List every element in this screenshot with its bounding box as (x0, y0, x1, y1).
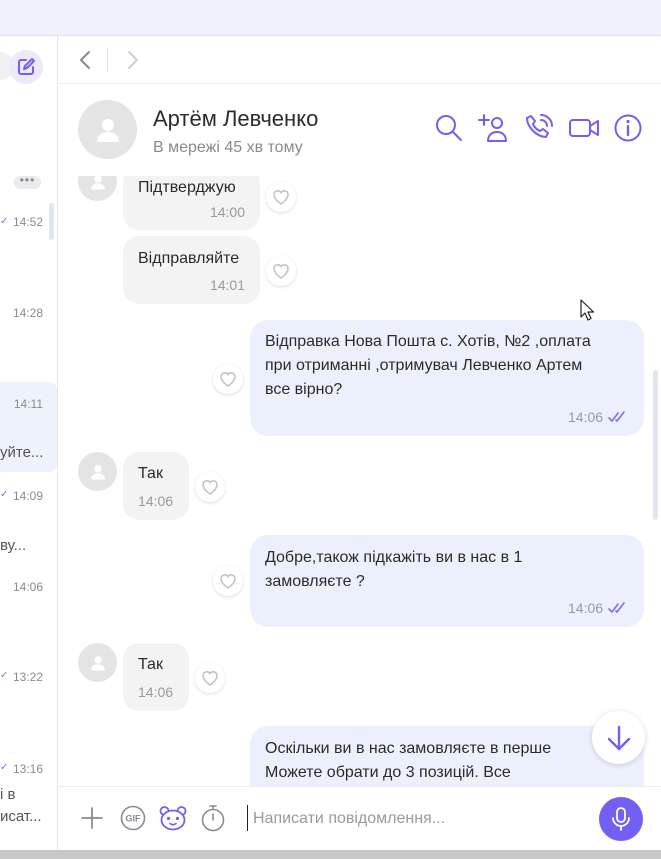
message-list[interactable]: Підтверджую 14:00 Відправляйте 14:01 Від… (59, 176, 661, 786)
message-text: Підтверджую (138, 179, 236, 196)
arrow-down-icon (607, 725, 630, 750)
like-heart-icon[interactable] (195, 472, 225, 502)
like-heart-icon[interactable] (266, 182, 296, 212)
message-time: 14:06 (568, 409, 604, 425)
chat-snippet: ву... (0, 537, 27, 554)
message-scrollbar[interactable] (653, 370, 658, 520)
message-time: 14:06 (138, 493, 174, 509)
read-check-icon: ✓ (0, 216, 9, 227)
message-bubble-outgoing[interactable]: Відправка Нова Пошта с. Хотів, №2 ,оплат… (250, 320, 644, 436)
chat-list-item[interactable]: ✓ 14:09 ву... (0, 476, 57, 566)
message-text: Відправляйте (138, 250, 240, 267)
attach-plus-icon[interactable] (77, 803, 107, 833)
message-time: 14:06 (568, 600, 604, 616)
read-ticks-icon (608, 411, 625, 422)
read-check-icon: ✓ (0, 762, 9, 773)
user-icon (90, 464, 105, 479)
phone-call-icon[interactable] (523, 112, 555, 144)
chat-list-item-active[interactable]: 14:11 уйте... (0, 382, 57, 472)
sticker-bear-icon[interactable] (158, 803, 188, 833)
message-bubble-incoming[interactable]: Так 14:06 (123, 643, 189, 711)
user-icon (90, 655, 105, 670)
nav-divider (107, 48, 108, 72)
chat-list-item[interactable]: 14:06 (0, 566, 57, 656)
voice-message-button[interactable] (599, 797, 643, 841)
message-text-line: все вірно? (265, 381, 343, 398)
search-icon[interactable] (433, 112, 465, 144)
chat-snippet-line2: исат... (0, 808, 42, 825)
user-icon (96, 118, 119, 142)
gif-icon[interactable]: GIF (118, 803, 148, 833)
message-bubble-incoming[interactable]: Так 14:06 (123, 452, 189, 520)
message-text-line: Можете обрати до 3 позицій. Все (265, 764, 511, 781)
message-text-line: при отриманні ,отримувач Левченко Артем (265, 357, 583, 374)
chat-list-panel: ••• ✓ 14:52 14:28 14:11 уйте... ✓ 14:09 … (0, 36, 58, 850)
sender-avatar[interactable] (78, 643, 117, 682)
message-text-line: замовляєте ? (265, 573, 365, 590)
message-text: Так (138, 656, 163, 673)
back-arrow-icon[interactable] (75, 48, 97, 72)
chat-time: 14:06 (12, 580, 43, 594)
message-text: Так (138, 465, 163, 482)
message-text-line: Добре,також підкажіть ви в нас в 1 (265, 549, 523, 566)
chat-snippet: і в (0, 786, 16, 803)
text-cursor (247, 805, 248, 831)
read-check-icon: ✓ (0, 670, 9, 681)
message-bubble-incoming[interactable]: Підтверджую 14:00 (123, 176, 260, 230)
message-time: 14:06 (138, 684, 174, 700)
chat-snippet: уйте... (0, 444, 44, 461)
message-text-line: Оскільки ви в нас замовляєте в перше (265, 740, 552, 757)
read-ticks-icon (608, 602, 625, 613)
info-icon[interactable] (612, 112, 644, 144)
like-heart-icon[interactable] (213, 364, 243, 394)
microphone-icon (612, 807, 630, 831)
add-participant-icon[interactable] (478, 112, 510, 144)
message-bubble-outgoing[interactable]: Добре,також підкажіть ви в нас в 1 замов… (250, 535, 644, 627)
chat-header: Артём Левченко В мережі 45 хв тому (59, 84, 661, 176)
chat-time: 14:09 (12, 489, 43, 503)
history-nav-bar (59, 36, 661, 84)
contact-name[interactable]: Артём Левченко (153, 106, 318, 132)
chat-list-item[interactable]: ✓ 13:22 (0, 656, 57, 746)
app-window: ••• ✓ 14:52 14:28 14:11 уйте... ✓ 14:09 … (0, 0, 661, 859)
message-bubble-outgoing[interactable]: Оскільки ви в нас замовляєте в перше Мож… (250, 726, 644, 786)
window-title-strip (0, 0, 661, 36)
message-composer: GIF (59, 786, 661, 850)
chat-list-item[interactable]: 14:28 (0, 267, 57, 357)
window-bottom-edge (0, 850, 661, 859)
message-text-line: Відправка Нова Пошта с. Хотів, №2 ,оплат… (265, 333, 591, 350)
message-time: 14:01 (209, 277, 245, 293)
like-heart-icon[interactable] (195, 663, 225, 693)
compose-icon[interactable] (9, 50, 43, 84)
chat-time: 13:16 (12, 762, 43, 776)
chat-time: 13:22 (12, 670, 43, 684)
scroll-to-bottom-button[interactable] (592, 711, 645, 764)
like-heart-icon[interactable] (213, 566, 243, 596)
contact-status: В мережі 45 хв тому (153, 139, 303, 156)
timer-icon[interactable] (198, 803, 228, 833)
forward-arrow-icon[interactable] (121, 48, 143, 72)
like-heart-icon[interactable] (266, 256, 296, 286)
chat-time: 14:28 (12, 306, 43, 320)
user-icon (90, 176, 105, 189)
chat-time: 14:52 (12, 215, 43, 229)
message-time: 14:00 (209, 204, 245, 220)
sender-avatar[interactable] (78, 452, 117, 491)
mouse-pointer-icon (580, 299, 594, 321)
sender-avatar[interactable] (78, 176, 117, 201)
video-call-icon[interactable] (568, 112, 600, 144)
chat-list-item[interactable]: ✓ 14:52 (0, 176, 57, 266)
read-check-icon: ✓ (0, 489, 9, 500)
message-input[interactable] (253, 803, 583, 835)
gif-label: GIF (126, 814, 142, 824)
message-bubble-incoming[interactable]: Відправляйте 14:01 (123, 236, 260, 304)
chat-list-item[interactable]: ✓ 13:16 і в исат... (0, 746, 57, 850)
chat-time: 14:11 (13, 397, 43, 411)
contact-avatar[interactable] (78, 100, 137, 159)
